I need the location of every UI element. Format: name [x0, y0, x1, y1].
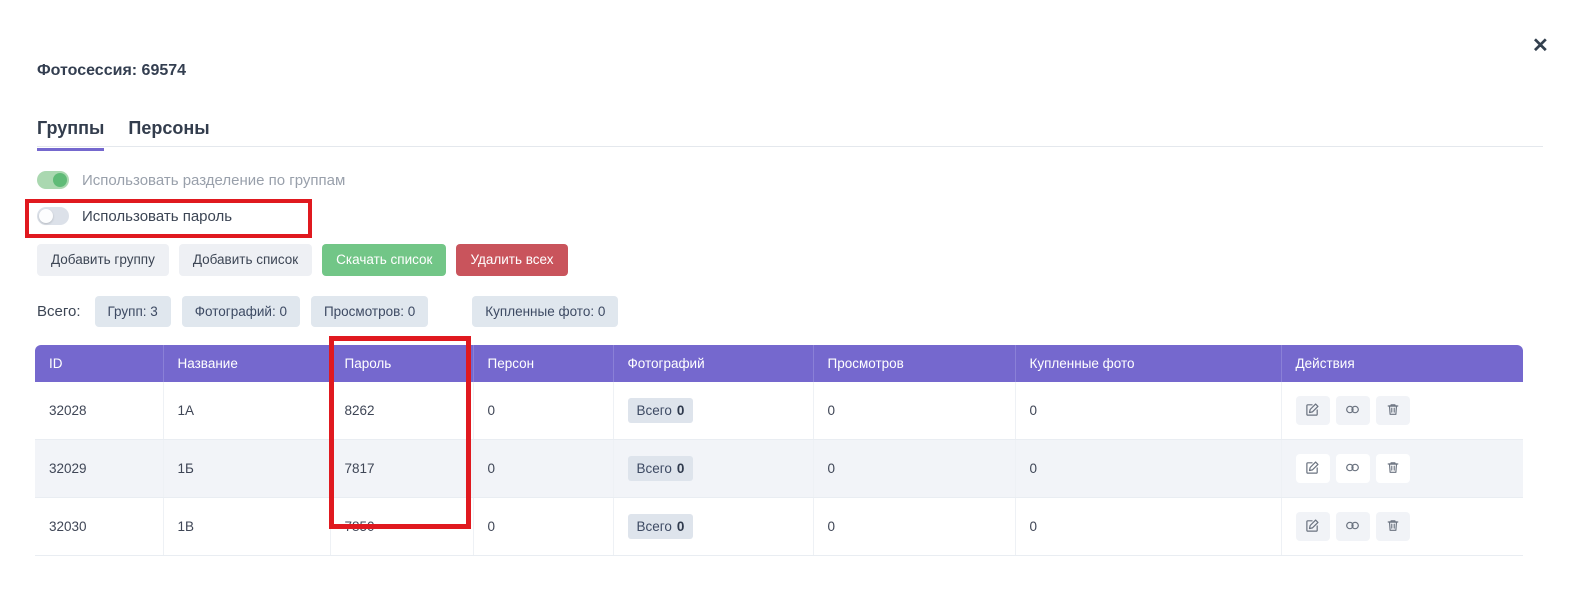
cell-password: 7817	[330, 440, 473, 498]
cell-photos: Всего0	[613, 440, 813, 498]
cell-purchased: 0	[1015, 498, 1281, 556]
column-actions: Действия	[1281, 345, 1523, 382]
table-row: 320281А82620Всего000	[35, 382, 1523, 440]
badge-views-count: Просмотров: 0	[311, 296, 428, 327]
column-views: Просмотров	[813, 345, 1015, 382]
toggle-on-switch[interactable]	[37, 171, 69, 189]
page-title: Фотосессия: 69574	[37, 62, 186, 80]
column-name: Название	[163, 345, 330, 382]
column-password: Пароль	[330, 345, 473, 382]
delete-button[interactable]	[1376, 454, 1410, 483]
cell-purchased: 0	[1015, 440, 1281, 498]
delete-all-button[interactable]: Удалить всех	[456, 244, 567, 276]
photos-total-chip: Всего0	[628, 456, 694, 481]
trash-icon	[1386, 518, 1400, 536]
cell-id: 32029	[35, 440, 163, 498]
totals-bar: Всего: Групп: 3 Фотографий: 0 Просмотров…	[37, 296, 618, 327]
column-id: ID	[35, 345, 163, 382]
edit-button[interactable]	[1296, 454, 1330, 483]
table-row: 320291Б78170Всего000	[35, 440, 1523, 498]
add-list-button[interactable]: Добавить список	[179, 244, 312, 276]
cell-photos: Всего0	[613, 382, 813, 440]
download-list-button[interactable]: Скачать список	[322, 244, 446, 276]
cell-name: 1В	[163, 498, 330, 556]
cell-photos: Всего0	[613, 498, 813, 556]
cell-purchased: 0	[1015, 382, 1281, 440]
cell-name: 1А	[163, 382, 330, 440]
close-icon[interactable]: ✕	[1532, 36, 1549, 56]
toggle-group-separation: Использовать разделение по группам	[37, 171, 345, 189]
photosession-modal: Фотосессия: 69574 ✕ Группы Персоны Испол…	[0, 0, 1580, 606]
edit-icon	[1305, 518, 1320, 536]
toggle-use-password-label: Использовать пароль	[82, 208, 232, 225]
tabs-divider	[37, 146, 1543, 147]
photos-total-chip: Всего0	[628, 398, 694, 423]
trash-icon	[1386, 402, 1400, 420]
link-button[interactable]	[1336, 512, 1370, 541]
cell-persons: 0	[473, 498, 613, 556]
cell-password: 7850	[330, 498, 473, 556]
edit-button[interactable]	[1296, 512, 1330, 541]
cell-actions	[1281, 440, 1523, 498]
badge-purchased-count: Купленные фото: 0	[472, 296, 618, 327]
table-row: 320301В78500Всего000	[35, 498, 1523, 556]
groups-table: ID Название Пароль Персон Фотографий Про…	[35, 345, 1523, 556]
link-icon	[1344, 518, 1361, 536]
cell-id: 32028	[35, 382, 163, 440]
cell-persons: 0	[473, 440, 613, 498]
totals-label: Всего:	[37, 303, 81, 320]
trash-icon	[1386, 460, 1400, 478]
toolbar: Добавить группу Добавить список Скачать …	[37, 244, 568, 276]
cell-views: 0	[813, 440, 1015, 498]
edit-icon	[1305, 402, 1320, 420]
photos-total-chip: Всего0	[628, 514, 694, 539]
cell-name: 1Б	[163, 440, 330, 498]
column-purchased: Купленные фото	[1015, 345, 1281, 382]
delete-button[interactable]	[1376, 512, 1410, 541]
link-button[interactable]	[1336, 396, 1370, 425]
cell-persons: 0	[473, 382, 613, 440]
column-persons: Персон	[473, 345, 613, 382]
link-button[interactable]	[1336, 454, 1370, 483]
badge-photos-count: Фотографий: 0	[182, 296, 300, 327]
cell-actions	[1281, 382, 1523, 440]
column-photos: Фотографий	[613, 345, 813, 382]
link-icon	[1344, 402, 1361, 420]
cell-id: 32030	[35, 498, 163, 556]
edit-button[interactable]	[1296, 396, 1330, 425]
table-header: ID Название Пароль Персон Фотографий Про…	[35, 345, 1523, 382]
cell-views: 0	[813, 498, 1015, 556]
delete-button[interactable]	[1376, 396, 1410, 425]
toggle-use-password: Использовать пароль	[37, 207, 232, 225]
cell-views: 0	[813, 382, 1015, 440]
toggle-group-separation-label: Использовать разделение по группам	[82, 172, 345, 189]
toggle-off-switch[interactable]	[37, 207, 69, 225]
edit-icon	[1305, 460, 1320, 478]
link-icon	[1344, 460, 1361, 478]
add-group-button[interactable]: Добавить группу	[37, 244, 169, 276]
cell-actions	[1281, 498, 1523, 556]
badge-groups-count: Групп: 3	[95, 296, 171, 327]
cell-password: 8262	[330, 382, 473, 440]
